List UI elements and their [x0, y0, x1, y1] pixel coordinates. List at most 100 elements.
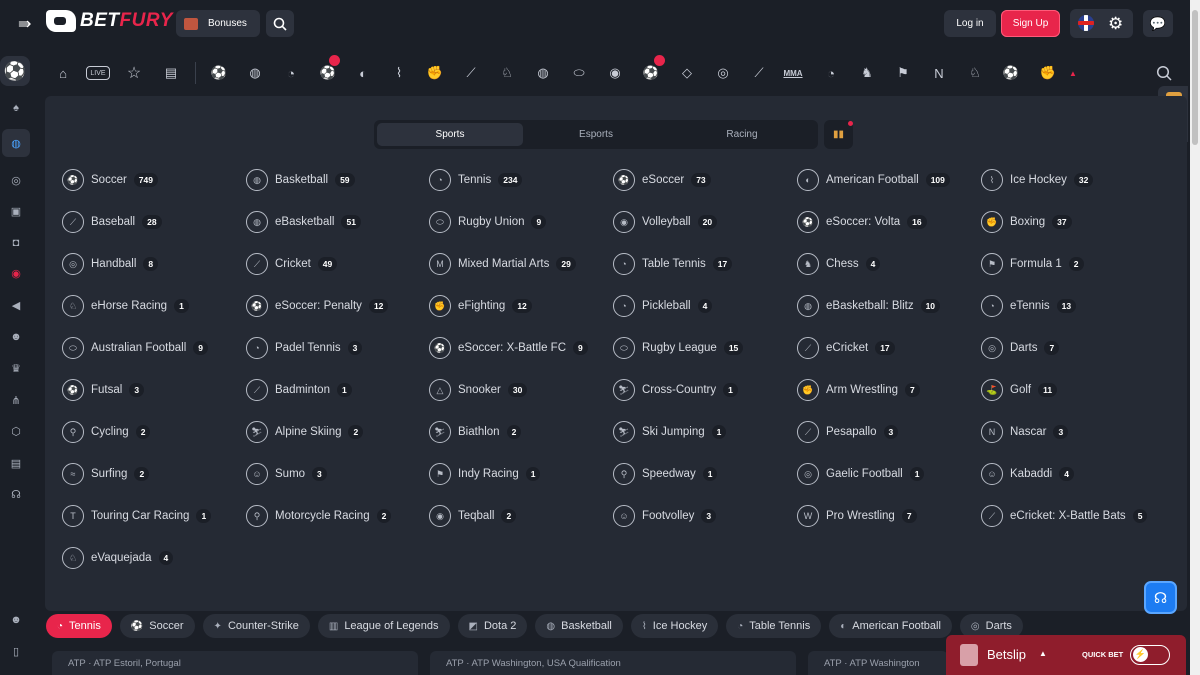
sport-item[interactable]: ⛷ Cross-Country 1	[613, 376, 738, 404]
volleyball-icon[interactable]: ◉	[605, 63, 625, 83]
sport-item[interactable]: ◉ Volleyball 20	[613, 208, 718, 236]
popular-tab[interactable]: ▥ League of Legends	[317, 614, 450, 638]
sport-item[interactable]: ◔ Tennis 234	[429, 166, 523, 194]
signup-button[interactable]: Sign Up	[1001, 10, 1060, 37]
sport-item[interactable]: ⚽ Futsal 3	[62, 376, 145, 404]
ehorse-racing-icon[interactable]: ♘	[965, 63, 985, 83]
sport-item[interactable]: ⟋ Baseball 28	[62, 208, 162, 236]
boxing-icon[interactable]: ✊	[425, 63, 445, 83]
sport-item[interactable]: ♘ eHorse Racing 1	[62, 292, 189, 320]
sport-item[interactable]: ⚑ Formula 1 2	[981, 250, 1084, 278]
logo[interactable]: BETFURY	[46, 10, 173, 32]
sidebar-document-icon[interactable]: ▤	[6, 453, 26, 473]
sport-item[interactable]: ⚽ eSoccer: Penalty 12	[246, 292, 389, 320]
popular-tab[interactable]: ✦ Counter-Strike	[202, 614, 310, 638]
rugby-icon[interactable]: ⬭	[569, 63, 589, 83]
sport-item[interactable]: ♞ Chess 4	[797, 250, 881, 278]
sport-item[interactable]: ✊ Arm Wrestling 7	[797, 376, 920, 404]
sport-item[interactable]: ⛷ Biathlon 2	[429, 418, 522, 446]
favorites-star-icon[interactable]: ☆	[124, 63, 144, 83]
sport-item[interactable]: ◎ Handball 8	[62, 250, 159, 278]
page-scrollbar[interactable]	[1190, 0, 1200, 675]
sport-item[interactable]: ⚲ Cycling 2	[62, 418, 151, 446]
sport-item[interactable]: ⬭ Rugby Union 9	[429, 208, 547, 236]
popular-tab[interactable]: ◍ Basketball	[535, 614, 623, 638]
sport-item[interactable]: ⚽ Soccer 749	[62, 166, 158, 194]
esoccer-icon[interactable]: ⚽	[318, 63, 338, 83]
support-headset-button[interactable]: ☊	[1144, 581, 1177, 614]
esoccer-penalty-icon[interactable]: ⚽	[1001, 63, 1021, 83]
soccer-icon[interactable]: ⚽	[209, 63, 229, 83]
collapse-arrow-icon[interactable]: ▲	[1063, 63, 1083, 83]
sport-item[interactable]: ⟋ Cricket 49	[246, 250, 338, 278]
american-football-icon[interactable]: ◐	[353, 63, 373, 83]
sidebar-friends-icon[interactable]: ☻	[6, 610, 26, 630]
sport-item[interactable]: ⟋ eCricket 17	[797, 334, 895, 362]
sport-item[interactable]: △ Snooker 30	[429, 376, 528, 404]
sport-item[interactable]: ⟋ Badminton 1	[246, 376, 352, 404]
sport-item[interactable]: ⚑ Indy Racing 1	[429, 460, 541, 488]
sport-item[interactable]: ☺ Kabaddi 4	[981, 460, 1074, 488]
match-card[interactable]: ATP · ATP Estoril, Portugal	[52, 651, 418, 675]
sidebar-megaphone-icon[interactable]: ◀	[6, 295, 26, 315]
sport-item[interactable]: ✊ Boxing 37	[981, 208, 1072, 236]
sidebar-users-icon[interactable]: ☻	[6, 327, 26, 347]
sport-item[interactable]: ◔ Pickleball 4	[613, 292, 713, 320]
boxing-glove-icon[interactable]: ◇	[677, 63, 697, 83]
gear-icon[interactable]: ⚙	[1108, 14, 1123, 34]
chat-button[interactable]: 💬	[1143, 10, 1173, 37]
sport-item[interactable]: ◍ eBasketball: Blitz 10	[797, 292, 941, 320]
sport-item[interactable]: ⬭ Rugby League 15	[613, 334, 744, 362]
sidebar-crown-icon[interactable]: ♛	[6, 358, 26, 378]
handball-icon[interactable]: ◎	[713, 63, 733, 83]
sport-item[interactable]: ✊ eFighting 12	[429, 292, 532, 320]
popular-tab[interactable]: ◐ American Football	[829, 614, 952, 638]
sport-item[interactable]: ◎ Darts 7	[981, 334, 1060, 362]
tab-sports[interactable]: Sports	[377, 123, 523, 146]
popular-tab[interactable]: ◔ Tennis	[46, 614, 112, 638]
bonuses-button[interactable]: Bonuses	[176, 10, 260, 37]
mma-icon[interactable]: MMA	[783, 63, 803, 83]
sports-search-icon[interactable]	[1154, 63, 1174, 83]
sport-item[interactable]: ◔ eTennis 13	[981, 292, 1077, 320]
sport-item[interactable]: ⛳ Golf 11	[981, 376, 1058, 404]
home-icon[interactable]: ⌂	[53, 63, 73, 83]
quick-bet-toggle[interactable]	[1130, 645, 1170, 665]
tab-esports[interactable]: Esports	[523, 123, 669, 146]
popular-tab[interactable]: ⌇ Ice Hockey	[630, 614, 719, 638]
sport-item[interactable]: ◍ eBasketball 51	[246, 208, 361, 236]
sport-item[interactable]: ⛷ Ski Jumping 1	[613, 418, 727, 446]
sport-item[interactable]: ☺ Sumo 3	[246, 460, 327, 488]
chess-icon[interactable]: ♞	[857, 63, 877, 83]
ebasketball-icon[interactable]: ◍	[533, 63, 553, 83]
betslip-history-icon[interactable]: ▤	[161, 63, 181, 83]
live-icon[interactable]: LIVE	[86, 66, 110, 80]
popular-tab[interactable]: ⚽ Soccer	[119, 614, 195, 638]
sport-item[interactable]: M Mixed Martial Arts 29	[429, 250, 576, 278]
tab-racing[interactable]: Racing	[669, 123, 815, 146]
sidebar-headset-icon[interactable]: ☊	[6, 484, 26, 504]
sport-item[interactable]: ⚽ eSoccer: X-Battle FC 9	[429, 334, 588, 362]
esoccer-volta-icon[interactable]: ⚽	[641, 63, 661, 83]
sidebar-gift-icon[interactable]: ▣	[6, 201, 26, 221]
sport-item[interactable]: ◔ Padel Tennis 3	[246, 334, 363, 362]
sidebar-casino-icon[interactable]: ♠	[6, 98, 26, 118]
sport-item[interactable]: ⚲ Speedway 1	[613, 460, 718, 488]
efighting-icon[interactable]: ✊	[1038, 63, 1058, 83]
scrollbar-thumb[interactable]	[1192, 10, 1198, 145]
menu-toggle-icon[interactable]: ⇛	[18, 14, 31, 34]
sport-item[interactable]: ☺ Footvolley 3	[613, 502, 717, 530]
match-card[interactable]: ATP · ATP Washington, USA Qualification	[430, 651, 796, 675]
sport-item[interactable]: ⬭ Australian Football 9	[62, 334, 208, 362]
sidebar-wallet-icon[interactable]: ◘	[6, 233, 26, 253]
search-button[interactable]	[266, 10, 294, 37]
popular-tab[interactable]: ◔ Table Tennis	[726, 614, 822, 638]
sport-item[interactable]: ◉ Teqball 2	[429, 502, 517, 530]
login-button[interactable]: Log in	[944, 10, 996, 37]
sport-item[interactable]: ≈ Surfing 2	[62, 460, 150, 488]
sport-item[interactable]: ◍ Basketball 59	[246, 166, 355, 194]
betslip-panel[interactable]: Betslip ▲ QUICK BET	[946, 635, 1186, 675]
match-card[interactable]: ATP · ATP Washington	[808, 651, 948, 675]
sport-item[interactable]: ◔ Table Tennis 17	[613, 250, 733, 278]
cricket-icon[interactable]: ⟋	[749, 63, 769, 83]
